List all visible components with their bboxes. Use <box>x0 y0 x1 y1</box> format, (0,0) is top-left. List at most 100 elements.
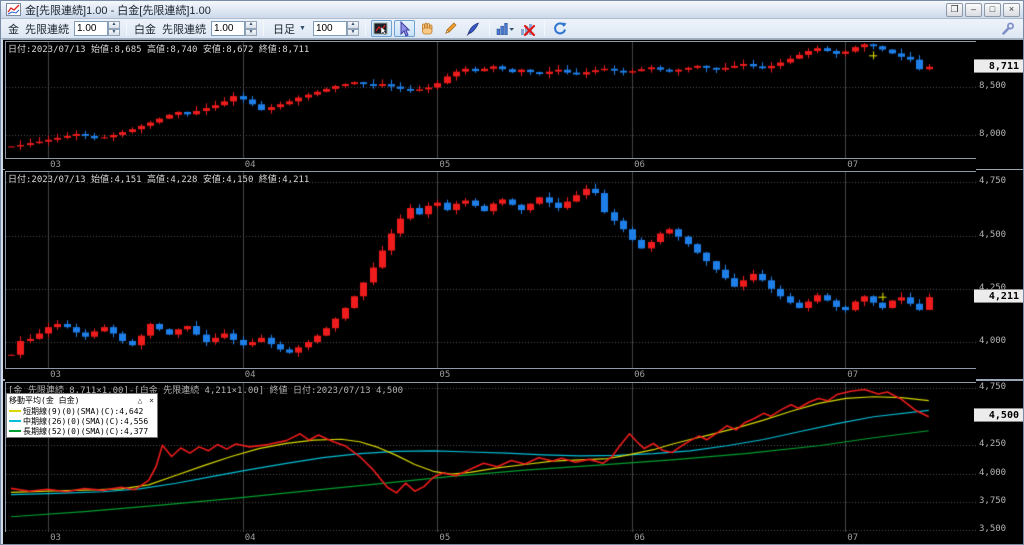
chart-app-window: 金[先限連続]1.00 - 白金[先限連続]1.00 ❐ – □ × 金 先限連… <box>0 0 1024 545</box>
platinum-last-price-badge: 4,211 <box>974 289 1023 303</box>
chart-select-tool-button[interactable] <box>370 20 392 37</box>
gold-candlestick-chart[interactable] <box>6 42 976 158</box>
platinum-candlestick-panel: 日付:2023/07/13 始値:4,151 高値:4,228 安値:4,150… <box>3 170 1023 381</box>
x-axis-label: 06 <box>634 533 645 543</box>
timeframe-label: 日足 <box>273 23 295 36</box>
y-axis-label: 8,000 <box>979 128 1007 139</box>
toolbar-separator <box>364 21 366 36</box>
legend-item-mid-ma: 中期線(26)(0)(SMA)(C):4,556 <box>9 416 155 426</box>
spread-x-axis: 03 04 05 06 07 <box>5 532 976 544</box>
y-axis-label: 4,750 <box>979 382 1007 393</box>
spin-up-icon[interactable]: ▲ <box>108 21 120 29</box>
window-title: 金[先限連続]1.00 - 白金[先限連続]1.00 <box>25 4 211 17</box>
y-axis-label: 4,000 <box>979 467 1007 478</box>
pan-hand-tool-button[interactable] <box>417 20 438 37</box>
instrument1-label: 金 <box>8 23 19 36</box>
instrument2-multiplier-input[interactable] <box>211 21 245 36</box>
x-axis-label: 03 <box>50 160 61 170</box>
mid-ma-swatch <box>9 420 21 422</box>
spread-line-panel: [金 先限連続 8,711×1.00]-[白金 先限連続 4,211×1.00]… <box>3 381 1023 544</box>
instrument2-contract: 先限連続 <box>162 23 206 36</box>
delete-indicator-icon <box>521 23 536 36</box>
settings-wrench-button[interactable] <box>997 20 1018 37</box>
spin-up-icon[interactable]: ▲ <box>245 21 257 29</box>
platinum-candlestick-chart[interactable] <box>6 172 976 368</box>
bar-count-spin-buttons[interactable]: ▲ ▼ <box>346 21 359 36</box>
x-axis-label: 05 <box>439 160 451 170</box>
close-button[interactable]: × <box>1003 2 1020 17</box>
quill-pen-icon <box>467 22 480 36</box>
x-axis-label: 07 <box>847 370 859 380</box>
x-axis-label: 06 <box>634 160 645 170</box>
x-axis-label: 05 <box>439 533 451 543</box>
instrument2-spin-buttons[interactable]: ▲ ▼ <box>245 21 257 36</box>
wrench-icon <box>1001 22 1014 35</box>
legend-item-long-ma: 長期線(52)(0)(SMA)(C):4,377 <box>9 426 155 436</box>
platinum-x-axis: 03 04 05 06 07 <box>5 369 976 381</box>
x-axis-label: 06 <box>634 370 645 380</box>
chevron-down-icon: ▼ <box>299 25 306 32</box>
x-axis-label: 04 <box>244 370 256 380</box>
gold-ohlc-readout: 日付:2023/07/13 始値:8,685 高値:8,740 安値:8,672… <box>8 45 310 55</box>
refresh-icon <box>554 21 567 34</box>
window-controls: ❐ – □ × <box>946 2 1020 17</box>
y-axis-label: 4,000 <box>979 336 1007 347</box>
y-axis-label: 4,750 <box>979 176 1007 187</box>
float-window-button[interactable]: ❐ <box>946 2 963 17</box>
spin-down-icon[interactable]: ▼ <box>108 28 120 36</box>
spin-up-icon[interactable]: ▲ <box>346 21 359 29</box>
gold-last-price-badge: 8,711 <box>974 59 1023 73</box>
y-axis-label: 8,500 <box>979 80 1007 91</box>
title-bar[interactable]: 金[先限連続]1.00 - 白金[先限連続]1.00 ❐ – □ × <box>1 1 1023 19</box>
legend-close-button[interactable]: × <box>149 396 155 405</box>
y-axis-label: 3,500 <box>979 524 1007 535</box>
pencil-tool-button[interactable] <box>440 20 461 37</box>
y-axis-label: 4,500 <box>979 229 1007 240</box>
spin-down-icon[interactable]: ▼ <box>245 28 257 36</box>
bar-chart-icon <box>496 22 514 35</box>
refresh-button[interactable] <box>550 20 571 37</box>
legend-collapse-button[interactable]: △ <box>138 396 144 405</box>
legend-item-short-ma: 短期線(9)(0)(SMA)(C):4,642 <box>9 406 155 416</box>
long-ma-swatch <box>9 430 21 432</box>
y-axis-label: 4,250 <box>979 439 1007 450</box>
cursor-tool-button[interactable] <box>393 20 415 37</box>
hand-icon <box>422 22 433 34</box>
platinum-ohlc-readout: 日付:2023/07/13 始値:4,151 高値:4,228 安値:4,150… <box>8 175 310 185</box>
x-axis-label: 04 <box>244 533 256 543</box>
platinum-price-axis: 4,211 4,750 4,500 4,250 4,000 <box>974 170 1023 379</box>
instrument1-multiplier-input[interactable] <box>74 21 108 36</box>
y-axis-label: 3,750 <box>979 495 1007 506</box>
long-ma-label: 長期線(52)(0)(SMA)(C):4,377 <box>23 426 149 436</box>
pencil-icon <box>445 21 457 34</box>
gold-price-axis: 8,711 8,500 8,000 <box>974 40 1023 169</box>
chart-cursor-icon <box>373 22 388 35</box>
instrument1-contract: 先限連続 <box>25 23 69 36</box>
bar-count-input[interactable] <box>312 21 347 36</box>
delete-indicator-button[interactable] <box>518 20 539 37</box>
toolbar-separator <box>543 21 545 36</box>
instrument2-multiplier-spinbox: ▲▼ <box>211 21 257 36</box>
x-axis-label: 07 <box>847 533 859 543</box>
spread-price-axis: 4,500 4,750 4,250 4,000 3,750 3,500 <box>974 381 1023 544</box>
arrow-cursor-icon <box>400 20 411 37</box>
moving-average-legend: 移動平均(金 白金) △ × 短期線(9)(0)(SMA)(C):4,642 中… <box>6 393 158 438</box>
pen-annotate-tool-button[interactable] <box>463 20 484 37</box>
x-axis-label: 03 <box>50 533 61 543</box>
platinum-plot-area <box>5 171 977 369</box>
toolbar: 金 先限連続 ▲▼ 白金 先限連続 ▲▼ 日足 ▼ ▲▼ <box>1 19 1023 39</box>
instrument2-label: 白金 <box>134 23 156 36</box>
instrument1-spin-buttons[interactable]: ▲ ▼ <box>108 21 120 36</box>
spin-down-icon[interactable]: ▼ <box>346 28 359 36</box>
minimize-button[interactable]: – <box>965 2 982 17</box>
bar-count-spinbox: ▲▼ <box>312 21 359 36</box>
short-ma-swatch <box>9 410 21 412</box>
maximize-button[interactable]: □ <box>984 2 1001 17</box>
timeframe-dropdown[interactable]: 日足 ▼ <box>270 20 309 38</box>
gold-plot-area <box>5 41 977 159</box>
app-chart-icon <box>6 3 21 16</box>
legend-title: 移動平均(金 白金) <box>9 396 80 405</box>
toolbar-separator <box>263 21 264 36</box>
toolbar-separator <box>126 21 127 36</box>
indicator-dropdown-button[interactable] <box>495 20 516 37</box>
